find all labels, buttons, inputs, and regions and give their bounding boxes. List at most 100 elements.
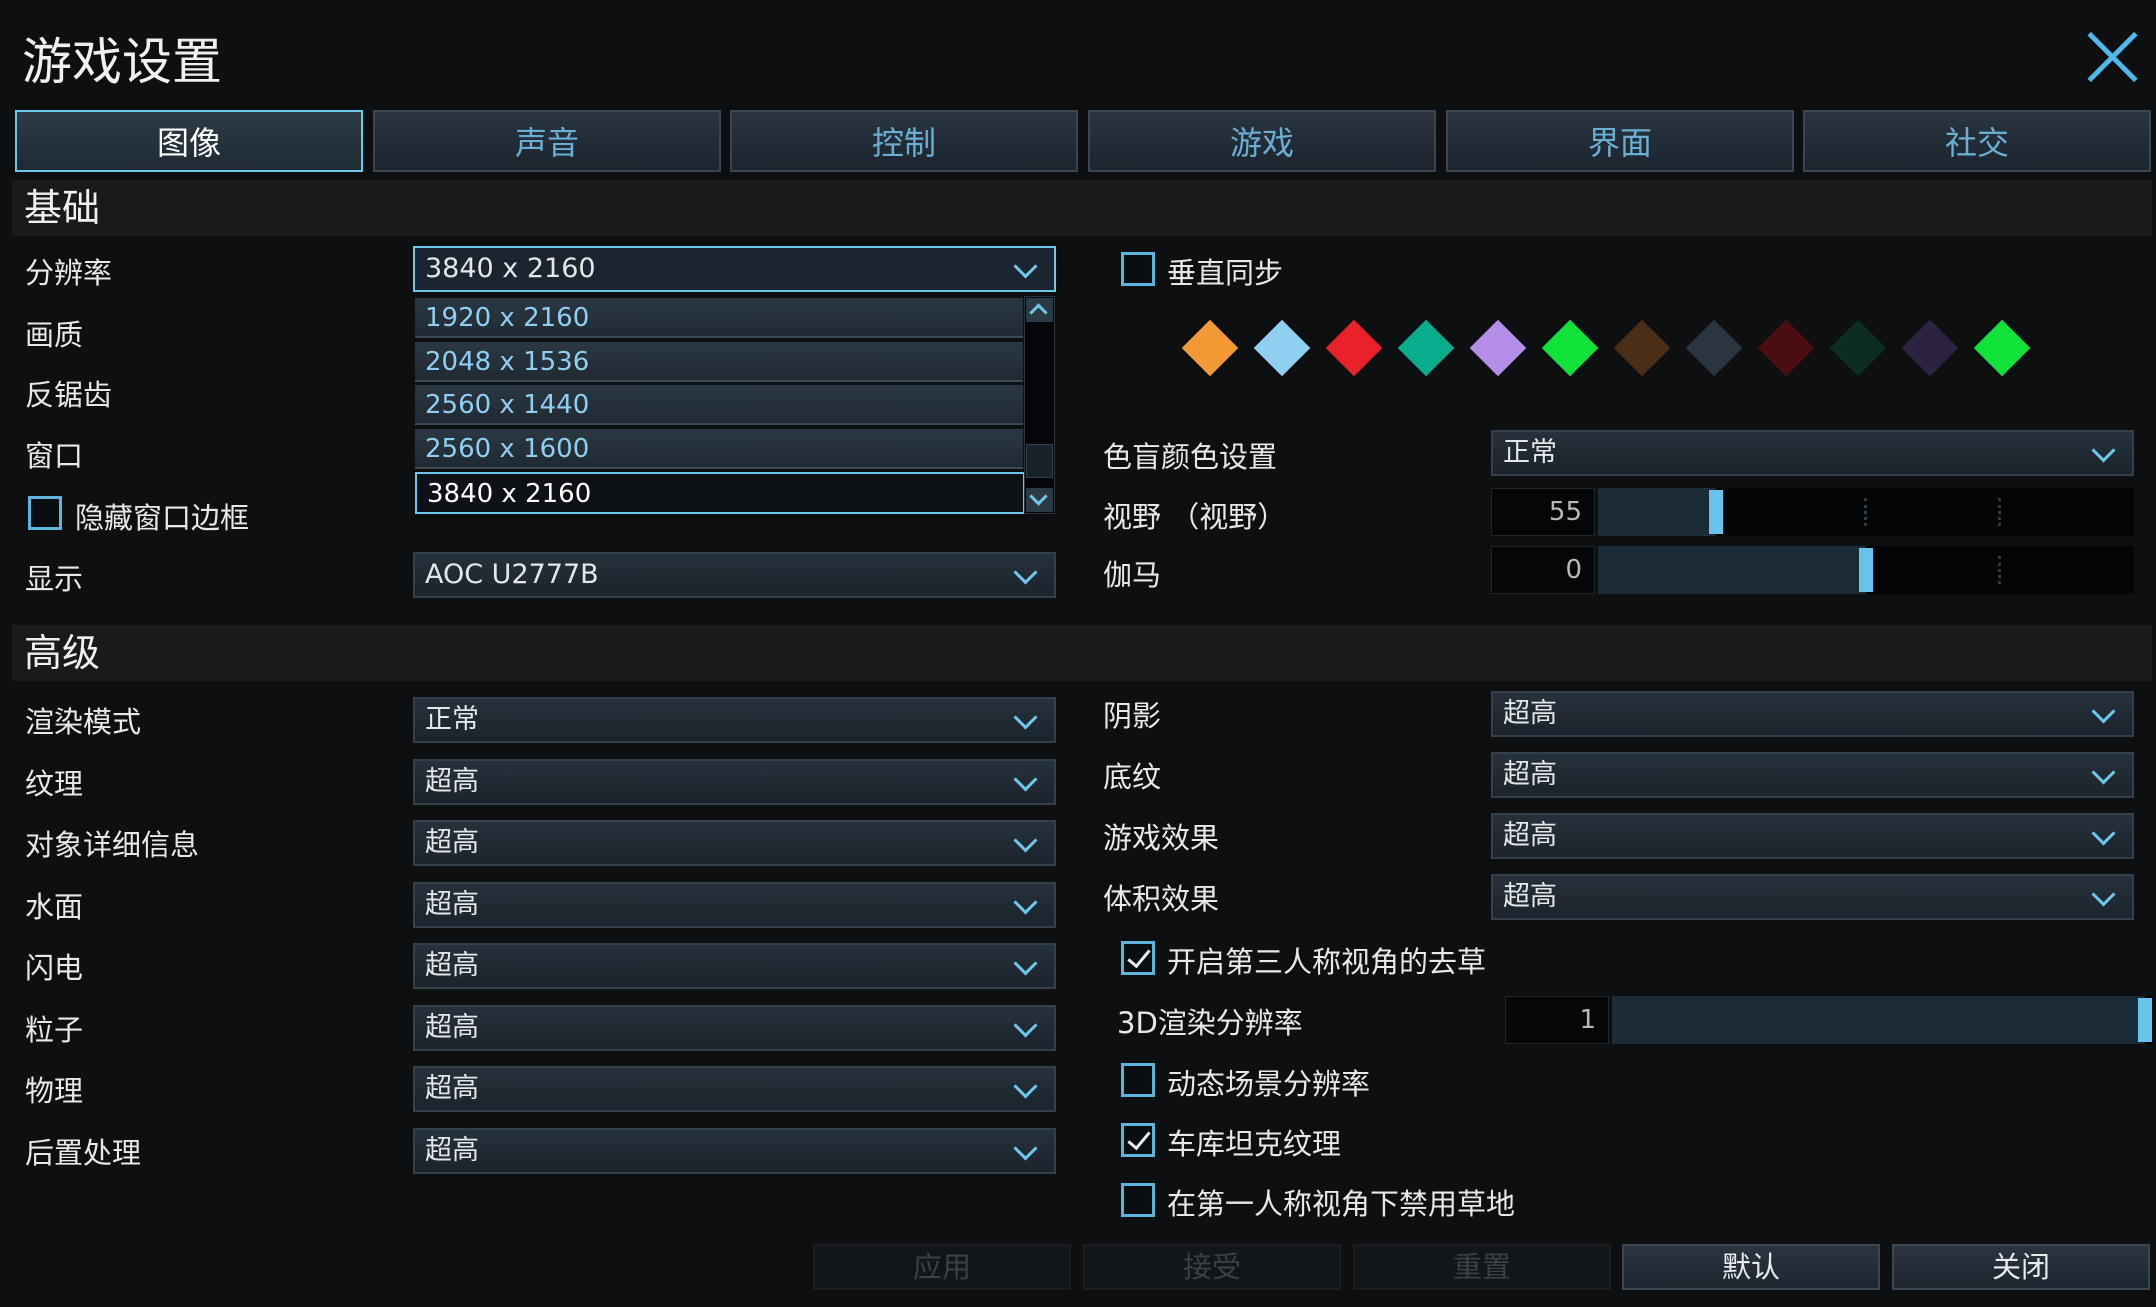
chevron-down-icon [2091, 699, 2116, 724]
fov-slider[interactable] [1598, 488, 2134, 536]
resolution-dropdown[interactable]: 3840 x 2160 [413, 246, 1056, 292]
accept-button[interactable]: 接受 [1083, 1244, 1341, 1290]
dynamic-res-label: 动态场景分辨率 [1167, 1067, 1371, 1101]
gamma-slider-thumb[interactable] [1859, 548, 1873, 592]
color-swatch-diamond[interactable] [1757, 319, 1815, 377]
chevron-down-icon [1013, 828, 1038, 853]
chevron-down-icon [2091, 760, 2116, 785]
advanced-setting-value: 超高 [425, 888, 479, 920]
color-swatch-diamond[interactable] [1685, 319, 1743, 377]
close-button[interactable]: 关闭 [1892, 1244, 2150, 1290]
gamma-label: 伽马 [1103, 558, 1162, 592]
tab-controls[interactable]: 控制 [730, 110, 1078, 172]
render3d-slider-thumb[interactable] [2138, 998, 2152, 1042]
color-swatch-diamond[interactable] [1541, 319, 1599, 377]
chevron-down-icon [2091, 821, 2116, 846]
garage-texture-checkbox[interactable] [1121, 1123, 1155, 1157]
slider-tick [1998, 556, 2005, 584]
tab-social[interactable]: 社交 [1803, 110, 2151, 172]
advanced-setting-dropdown[interactable]: 超高 [413, 820, 1056, 866]
dropdown-scrollbar[interactable] [1024, 296, 1055, 514]
advanced-setting-value: 超高 [1503, 881, 1557, 912]
advanced-setting-value: 超高 [425, 950, 479, 981]
window-title: 游戏设置 [22, 33, 222, 91]
color-swatch-diamond[interactable] [1829, 319, 1887, 377]
color-swatch-diamond[interactable] [1901, 319, 1959, 377]
resolution-option-selected[interactable]: 3840 x 2160 [415, 472, 1025, 514]
hide-border-checkbox[interactable] [28, 496, 62, 530]
tab-game[interactable]: 游戏 [1088, 110, 1436, 172]
resolution-option[interactable]: 2560 x 1600 [415, 429, 1023, 469]
chevron-down-icon [1013, 1074, 1038, 1099]
advanced-setting-label: 物理 [25, 1074, 84, 1108]
apply-button[interactable]: 应用 [813, 1244, 1071, 1290]
fov-value[interactable]: 55 [1491, 488, 1595, 536]
scroll-up-icon[interactable] [1026, 298, 1053, 322]
antialias-label: 反锯齿 [25, 378, 113, 412]
scrollbar-thumb[interactable] [1026, 444, 1053, 478]
grass-first-person-checkbox[interactable] [1121, 1183, 1155, 1217]
tab-interface[interactable]: 界面 [1446, 110, 1794, 172]
gamma-slider[interactable] [1598, 546, 2134, 594]
render3d-slider[interactable] [1612, 996, 2152, 1044]
grass-third-person-checkbox[interactable] [1121, 941, 1155, 975]
advanced-setting-label: 阴影 [1103, 699, 1162, 733]
resolution-option[interactable]: 1920 x 2160 [415, 298, 1023, 338]
chevron-down-icon [1013, 254, 1038, 279]
advanced-setting-dropdown[interactable]: 超高 [413, 943, 1056, 989]
color-swatch-diamond[interactable] [1181, 319, 1239, 377]
advanced-setting-dropdown[interactable]: 超高 [1491, 752, 2134, 798]
color-swatch-diamond[interactable] [1469, 319, 1527, 377]
colorblind-dropdown[interactable]: 正常 [1491, 430, 2134, 476]
advanced-setting-value: 超高 [425, 1134, 479, 1166]
tab-graphics[interactable]: 图像 [15, 110, 363, 172]
fov-slider-thumb[interactable] [1708, 490, 1723, 534]
advanced-setting-label: 粒子 [25, 1012, 84, 1047]
advanced-setting-dropdown[interactable]: 超高 [413, 1004, 1056, 1051]
advanced-setting-label: 纹理 [25, 766, 84, 801]
chevron-down-icon [1013, 889, 1038, 915]
render3d-slider-fill [1612, 996, 2145, 1044]
advanced-setting-value: 超高 [1503, 820, 1557, 851]
advanced-setting-label: 底纹 [1103, 760, 1162, 794]
scroll-down-icon[interactable] [1026, 488, 1053, 512]
advanced-setting-dropdown[interactable]: 超高 [413, 1127, 1056, 1174]
display-label: 显示 [25, 562, 84, 596]
color-swatch-diamond[interactable] [1325, 319, 1383, 377]
colorblind-label: 色盲颜色设置 [1103, 440, 1278, 474]
grass-first-person-label: 在第一人称视角下禁用草地 [1167, 1187, 1516, 1221]
advanced-setting-label: 渲染模式 [25, 705, 142, 739]
vsync-label: 垂直同步 [1167, 256, 1284, 290]
advanced-setting-label: 游戏效果 [1103, 821, 1220, 855]
chevron-down-icon [1013, 951, 1038, 976]
advanced-setting-dropdown[interactable]: 超高 [1491, 874, 2134, 920]
advanced-setting-dropdown[interactable]: 超高 [1491, 691, 2134, 737]
quality-label: 画质 [25, 318, 84, 352]
vsync-checkbox[interactable] [1121, 252, 1155, 286]
dynamic-res-checkbox[interactable] [1121, 1063, 1155, 1097]
window-mode-label: 窗口 [25, 439, 84, 473]
advanced-setting-dropdown[interactable]: 正常 [413, 697, 1056, 743]
color-swatch-diamond[interactable] [1613, 319, 1671, 377]
advanced-setting-dropdown[interactable]: 超高 [413, 1066, 1056, 1112]
advanced-setting-value: 超高 [425, 1011, 479, 1043]
render3d-value[interactable]: 1 [1505, 996, 1609, 1044]
tab-sound[interactable]: 声音 [373, 110, 721, 172]
advanced-setting-dropdown[interactable]: 超高 [413, 758, 1056, 805]
close-icon[interactable] [2085, 30, 2139, 84]
color-swatch-diamond[interactable] [1253, 319, 1311, 377]
display-dropdown[interactable]: AOC U2777B [413, 552, 1056, 598]
chevron-down-icon [2091, 882, 2116, 907]
color-swatch-diamond[interactable] [1397, 319, 1455, 377]
advanced-setting-dropdown[interactable]: 超高 [413, 881, 1056, 928]
color-swatch-diamond[interactable] [1973, 319, 2031, 377]
advanced-setting-dropdown[interactable]: 超高 [1491, 813, 2134, 859]
advanced-setting-label: 闪电 [25, 951, 84, 985]
render3d-label: 3D渲染分辨率 [1117, 1006, 1303, 1040]
resolution-option[interactable]: 2048 x 1536 [415, 342, 1023, 382]
reset-button[interactable]: 重置 [1353, 1244, 1611, 1290]
resolution-label: 分辨率 [25, 256, 113, 290]
resolution-option[interactable]: 2560 x 1440 [415, 385, 1023, 425]
gamma-value[interactable]: 0 [1491, 546, 1595, 594]
default-button[interactable]: 默认 [1622, 1244, 1880, 1290]
